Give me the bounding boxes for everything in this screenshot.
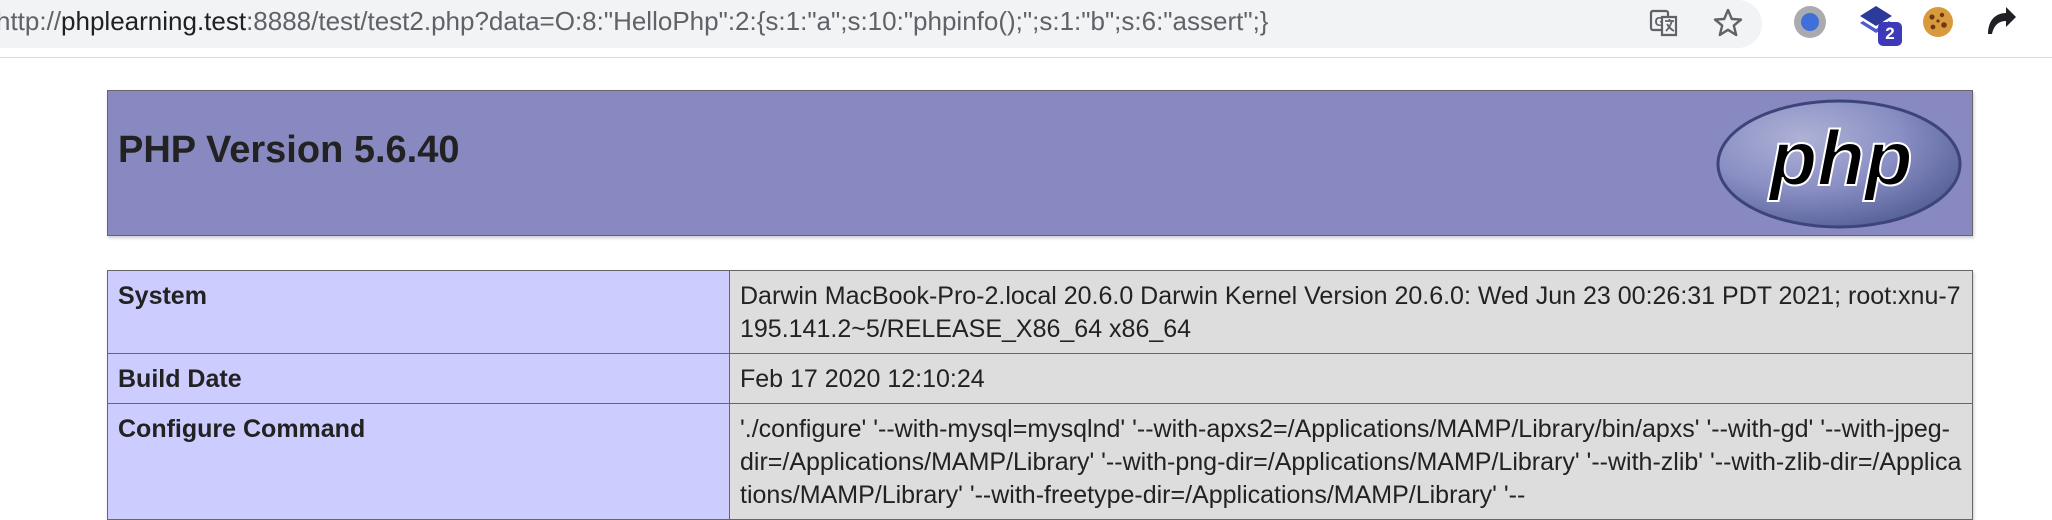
address-bar[interactable]: http://phplearning.test:8888/test/test2.… — [0, 0, 1762, 48]
row-value: Feb 17 2020 12:10:24 — [729, 353, 1973, 404]
row-label: Build Date — [107, 353, 730, 404]
table-row: Configure Command './configure' '--with-… — [107, 403, 1973, 520]
table-row: System Darwin MacBook-Pro-2.local 20.6.0… — [107, 270, 1973, 354]
php-logo[interactable]: php — [1716, 99, 1962, 229]
url-host: phplearning.test — [61, 6, 247, 36]
table-row: Build Date Feb 17 2020 12:10:24 — [107, 353, 1973, 404]
row-label: System — [107, 270, 730, 354]
extension-arrow-icon[interactable] — [1980, 2, 2020, 42]
row-value: './configure' '--with-mysql=mysqlnd' '--… — [729, 403, 1973, 520]
php-logo-text: php — [1768, 114, 1913, 202]
bookmark-star-icon[interactable] — [1709, 4, 1747, 42]
extension-badge: 2 — [1878, 22, 1902, 46]
page-title: PHP Version 5.6.40 — [118, 129, 460, 171]
translate-icon[interactable]: G — [1645, 4, 1683, 42]
cookie-icon[interactable] — [1918, 2, 1958, 42]
row-label: Configure Command — [107, 403, 730, 520]
browser-toolbar: http://phplearning.test:8888/test/test2.… — [0, 0, 2052, 58]
row-value: Darwin MacBook-Pro-2.local 20.6.0 Darwin… — [729, 270, 1973, 354]
phpinfo-header: PHP Version 5.6.40 php — [107, 90, 1973, 236]
phpinfo-content: PHP Version 5.6.40 php System Darwin Mac… — [107, 90, 1973, 520]
url-prefix: http:// — [0, 6, 62, 36]
url-path: :8888/test/test2.php?data=O:8:"HelloPhp"… — [246, 6, 1269, 36]
extension-circle-icon[interactable] — [1790, 2, 1830, 42]
url-text[interactable]: http://phplearning.test:8888/test/test2.… — [0, 6, 1268, 36]
extension-layers-icon[interactable]: 2 — [1856, 2, 1902, 46]
info-table: System Darwin MacBook-Pro-2.local 20.6.0… — [107, 270, 1973, 520]
